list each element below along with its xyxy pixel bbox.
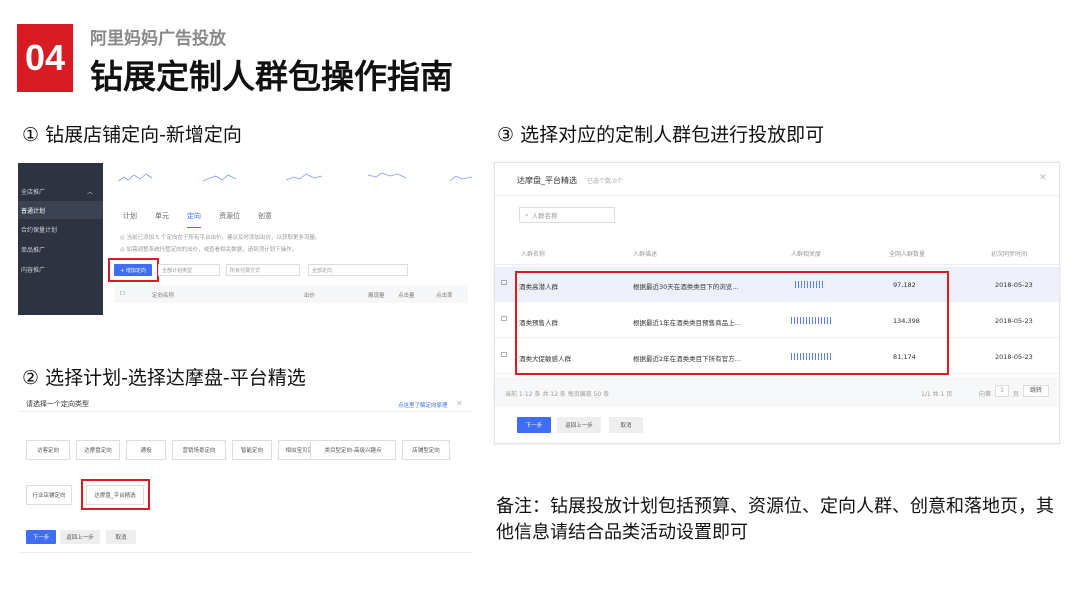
close-icon[interactable]: ✕ — [456, 399, 463, 408]
option-damopan[interactable]: 达摩盘定向 — [76, 440, 120, 460]
next-button[interactable]: 下一步 — [517, 417, 551, 433]
goto-button[interactable]: 跳转 — [1023, 385, 1049, 397]
option-industry-store[interactable]: 行业店铺定向 — [26, 485, 72, 505]
highlight-add-button — [108, 258, 159, 282]
targeting-filter-select[interactable]: 全部定向 — [308, 264, 408, 276]
col-desc: 人群描述 — [633, 251, 658, 258]
screenshot-audience-select-dialog: 达摩盘_平台精选 已选个数:0个 ✕ ⌕ 人群名称 人群名称 人群描述 人群相关度… — [494, 162, 1060, 444]
col-name: 人群名称 — [521, 251, 546, 258]
sidebar-item-content[interactable]: 内容推广 — [21, 265, 45, 274]
learn-more-link[interactable]: 点这里了解定向原理 — [398, 401, 448, 409]
option-category-interest[interactable]: 类目型定向-高级兴趣点 — [310, 440, 396, 460]
row-checkbox[interactable]: ☐ — [501, 315, 507, 323]
option-broad[interactable]: 通投 — [126, 440, 166, 460]
sidebar-item-normal-plan[interactable]: 普通计划 — [18, 201, 103, 219]
dialog-title: 达摩盘_平台精选 — [517, 176, 577, 185]
chevron-up-icon: ︿ — [87, 189, 94, 196]
tab-unit[interactable]: 单元 — [155, 211, 169, 228]
option-smart[interactable]: 智能定向 — [232, 440, 272, 460]
footnote: 备注：钻展投放计划包括预算、资源位、定向人群、创意和落地页，其他信息请结合品类活… — [496, 496, 1054, 543]
sidebar-item-contract-plan[interactable]: 合约保量计划 — [21, 225, 57, 234]
cancel-button[interactable]: 取消 — [609, 417, 643, 433]
search-icon: ⌕ — [525, 210, 529, 219]
col-ctr: 点击率 — [436, 293, 453, 299]
search-input[interactable]: ⌕ 人群名称 — [519, 207, 615, 223]
col-show: 展现量 — [368, 293, 385, 299]
highlight-audience-rows — [515, 271, 949, 375]
payment-type-select[interactable]: 所有付费方式 — [226, 264, 300, 276]
plan-type-select[interactable]: 全部计划类型 — [158, 264, 220, 276]
option-visitor[interactable]: 访客定向 — [26, 440, 70, 460]
next-button[interactable]: 下一步 — [26, 530, 56, 544]
row-checkbox[interactable]: ☐ — [501, 279, 507, 287]
step-1-label: ① 钻展店铺定向-新增定向 — [22, 124, 242, 146]
goto-unit: 页 — [1013, 391, 1020, 398]
col-relevance: 人群相关度 — [791, 251, 822, 258]
row-date: 2018-05-23 — [995, 281, 1033, 289]
sidebar-item-single-product[interactable]: 单品推广 — [21, 245, 45, 254]
col-name: 定向名称 — [152, 293, 175, 299]
tab-plan[interactable]: 计划 — [123, 211, 137, 228]
tip-2: ◎ 如需调整系统托管定向的出价，或查看相关数据，请到顶计划下操作。 — [120, 247, 298, 253]
pagination-info: 当前 1-12 条 共 12 条 每页展现 50 条 — [505, 391, 610, 398]
tip-1: ◎ 当前已添加 5 个定向在于所有平台出价，建议及时添加出价，以获取更多流量。 — [120, 235, 321, 241]
header-subtitle: 阿里妈妈广告投放 — [90, 29, 226, 49]
option-marketing-scene[interactable]: 营销场景定向 — [172, 440, 226, 460]
step-3-label: ③ 选择对应的定制人群包进行投放即可 — [497, 124, 825, 146]
sidebar: 全店推广 ︿ 普通计划 合约保量计划 单品推广 内容推广 — [18, 163, 103, 315]
select-all-checkbox[interactable]: ☐ — [120, 291, 125, 297]
back-button[interactable]: 返回上一步 — [60, 530, 100, 544]
row-date: 2018-05-23 — [995, 317, 1033, 325]
page-count: 1/1 共 1 页 — [921, 391, 953, 398]
tab-creative[interactable]: 创意 — [258, 211, 272, 228]
step-2-label: ② 选择计划-选择达摩盘-平台精选 — [22, 367, 306, 389]
section-number: 04 — [17, 24, 73, 92]
screenshot-targeting-list: 全店推广 ︿ 普通计划 合约保量计划 单品推广 内容推广 计划 单元 定向 资源… — [18, 163, 472, 315]
tab-resource[interactable]: 资源位 — [219, 211, 240, 228]
pagination-bar: 当前 1-12 条 共 12 条 每页展现 50 条 1/1 共 1 页 向第 … — [495, 377, 1059, 407]
back-button[interactable]: 返回上一步 — [557, 417, 601, 433]
row-checkbox[interactable]: ☐ — [501, 351, 507, 359]
screenshot-targeting-type-dialog: 请选择一个定向类型 点这里了解定向原理 ✕ 访客定向 达摩盘定向 通投 营销场景… — [18, 393, 472, 553]
table-header: 人群名称 人群描述 人群相关度 全网人群数量 初次同步时间 — [495, 237, 1059, 265]
cancel-button[interactable]: 取消 — [106, 530, 136, 544]
goto-page-input[interactable]: 1 — [995, 385, 1009, 397]
selected-count: 已选个数:0个 — [587, 178, 623, 185]
sidebar-item-all-store[interactable]: 全店推广 ︿ — [21, 187, 93, 196]
table-header: ☐ 定向名称 出价 展现量 点击量 点击率 — [114, 285, 468, 303]
option-store[interactable]: 店铺型定向 — [402, 440, 450, 460]
close-icon[interactable]: ✕ — [1039, 173, 1047, 183]
col-count: 全网人群数量 — [889, 251, 926, 258]
col-bid: 出价 — [304, 293, 316, 299]
tab-bar: 计划 单元 定向 资源位 创意 — [123, 211, 272, 228]
col-date: 初次同步时间 — [991, 251, 1028, 258]
goto-label: 向第 — [979, 391, 992, 398]
tab-targeting[interactable]: 定向 — [187, 211, 201, 228]
highlight-platform-select — [81, 479, 150, 510]
sparkline-charts — [118, 172, 472, 182]
row-date: 2018-05-23 — [995, 353, 1033, 361]
col-click: 点击量 — [398, 293, 415, 299]
page-title: 钻展定制人群包操作指南 — [90, 57, 453, 96]
dialog-title: 请选择一个定向类型 — [26, 400, 89, 408]
